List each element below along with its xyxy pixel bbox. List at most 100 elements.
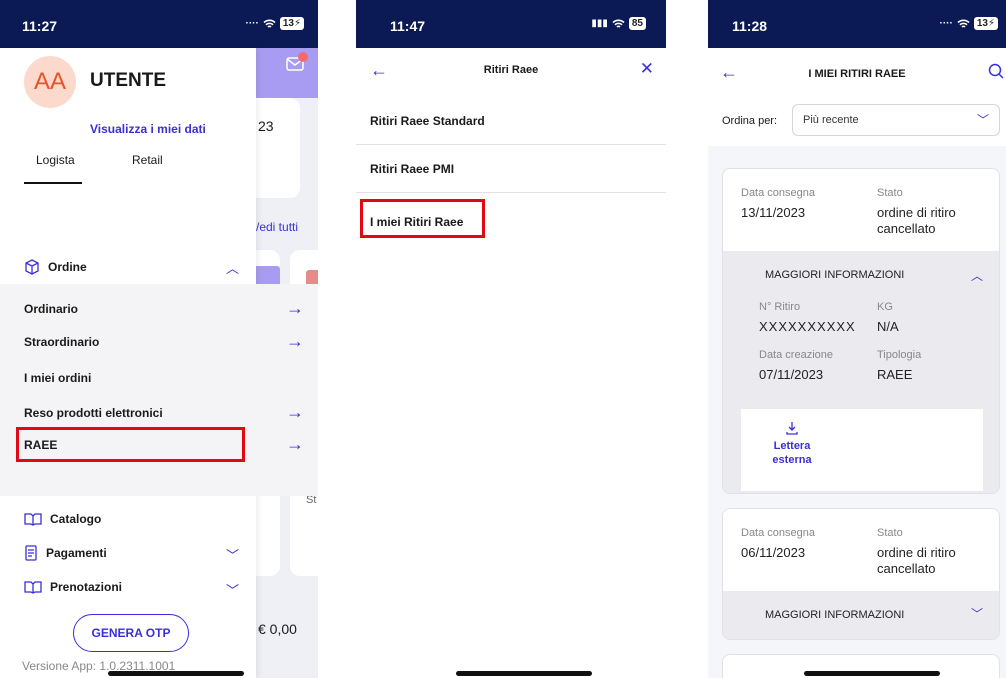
- status-bar: 11:47 ▮▮▮ 85: [356, 0, 666, 48]
- stato-value: ordine di ritiro cancellato: [877, 205, 956, 236]
- status-icons: ···· 13⚡: [246, 17, 304, 30]
- arrow-right-icon: →: [286, 298, 304, 318]
- download-icon: [786, 422, 798, 435]
- submenu-label: I miei ordini: [24, 371, 92, 385]
- submenu-label: Ordinario: [24, 301, 79, 316]
- sort-value: Più recente: [803, 114, 859, 126]
- wifi-icon: [612, 19, 625, 28]
- arrow-right-icon: →: [286, 402, 304, 422]
- list-item-ritiri-pmi[interactable]: Ritiri Raee PMI: [356, 146, 666, 193]
- label-n-ritiro: N° Ritiro: [759, 301, 801, 313]
- user-name: UTENTE: [90, 70, 166, 91]
- book-icon: [24, 581, 42, 594]
- label-data-creazione: Data creazione: [759, 349, 833, 361]
- menu-catalogo[interactable]: Catalogo: [24, 512, 101, 526]
- status-time: 11:27: [22, 18, 58, 34]
- menu-label: Prenotazioni: [50, 580, 123, 594]
- notification-dot: [298, 52, 308, 62]
- sort-label: Ordina per:: [722, 115, 778, 127]
- vedi-tutti-link[interactable]: /edi tutti: [256, 220, 298, 234]
- tab-logista[interactable]: Logista: [36, 153, 75, 167]
- package-icon: [25, 259, 39, 275]
- menu-ordine-label: Ordine: [48, 260, 87, 274]
- documents-box: Lettera esterna: [741, 409, 983, 491]
- status-bar: 11:27 ···· 13⚡: [0, 0, 318, 48]
- more-info-section: MAGGIORI INFORMAZIONI ︿ N° Ritiro XXXXXX…: [723, 251, 999, 493]
- menu-prenotazioni[interactable]: Prenotazioni: [24, 580, 122, 594]
- order-card: Data consegna 06/11/2023 Stato ordine di…: [722, 508, 1000, 640]
- active-tab-indicator: [24, 182, 82, 184]
- chevron-down-icon: ﹀: [976, 113, 989, 127]
- phone-ritiri-raee-screen: 11:47 ▮▮▮ 85 ← Ritiri Raee ✕ Ritiri Raee…: [356, 0, 666, 678]
- arrow-right-icon: →: [286, 434, 304, 454]
- submenu-item-reso[interactable]: Reso prodotti elettronici →: [24, 402, 304, 423]
- download-lettera-esterna[interactable]: Lettera esterna: [765, 421, 819, 467]
- page-title: I MIEI RITIRI RAEE: [808, 68, 906, 80]
- label-kg: KG: [877, 301, 893, 313]
- tipologia-value: RAEE: [877, 367, 913, 382]
- chevron-up-icon[interactable]: ︿: [226, 258, 302, 277]
- page-title: Ritiri Raee: [483, 64, 539, 76]
- genera-otp-button[interactable]: GENERA OTP: [73, 614, 189, 652]
- menu-label: Catalogo: [50, 512, 102, 526]
- signal-icon: ····: [245, 18, 259, 29]
- order-card: Data consegna 13/11/2023 Stato ordine di…: [722, 168, 1000, 494]
- book-icon: [24, 513, 42, 526]
- status-time: 11:28: [732, 18, 768, 34]
- download-label: Lettera esterna: [772, 440, 812, 466]
- signal-icon: ····: [939, 18, 953, 29]
- arrow-right-icon: →: [286, 331, 304, 351]
- submenu-item-straordinario[interactable]: Straordinario →: [24, 331, 304, 352]
- ritiro-value: XXXXXXXXXX: [759, 319, 856, 334]
- highlight-raee: [16, 427, 245, 462]
- kg-value: N/A: [877, 319, 899, 334]
- label-data-consegna: Data consegna: [741, 187, 815, 199]
- payments-icon: [25, 545, 37, 561]
- tab-retail[interactable]: Retail: [132, 153, 163, 167]
- label-data-consegna: Data consegna: [741, 527, 815, 539]
- signal-icon: ▮▮▮: [591, 18, 608, 29]
- view-my-data-link[interactable]: Visualizza i miei dati: [90, 122, 206, 136]
- data-creazione-value: 07/11/2023: [759, 367, 824, 382]
- wifi-icon: [957, 19, 970, 28]
- status-time: 11:47: [390, 18, 426, 34]
- nav-bar: ← Ritiri Raee ✕: [356, 48, 666, 98]
- home-indicator[interactable]: [456, 671, 592, 676]
- chevron-down-icon[interactable]: ﹀: [226, 580, 302, 599]
- list-item-ritiri-standard[interactable]: Ritiri Raee Standard: [356, 98, 666, 145]
- more-info-toggle[interactable]: MAGGIORI INFORMAZIONI: [765, 269, 904, 281]
- battery-indicator: 13⚡: [973, 17, 998, 30]
- chevron-up-icon[interactable]: ︿: [971, 267, 983, 284]
- battery-indicator: 13⚡: [279, 17, 304, 30]
- card-partial-number: 23: [258, 118, 274, 134]
- chevron-down-icon[interactable]: ﹀: [226, 545, 302, 564]
- avatar: AA: [24, 56, 76, 108]
- stato-value: ordine di ritiro cancellato: [877, 545, 956, 576]
- phone-menu-screen: 11:27 ···· 13⚡ 23 /edi tutti St /edi tut…: [0, 0, 318, 678]
- battery-indicator: 85: [628, 17, 646, 30]
- submenu-item-ordinario[interactable]: Ordinario →: [24, 298, 304, 319]
- close-icon[interactable]: ✕: [640, 59, 654, 79]
- phone-miei-ritiri-screen: 11:28 ···· 13⚡ ← I MIEI RITIRI RAEE Ordi…: [708, 0, 1006, 678]
- sort-bar: Ordina per: Più recente ﹀: [708, 98, 1006, 146]
- chevron-down-icon[interactable]: ﹀: [971, 605, 983, 622]
- submenu-label: Reso prodotti elettronici: [24, 405, 163, 420]
- amount-text: € 0,00: [258, 621, 297, 637]
- more-info-section: MAGGIORI INFORMAZIONI ﹀: [723, 591, 999, 639]
- data-consegna-value: 06/11/2023: [741, 545, 806, 560]
- highlight-miei-ritiri: [360, 199, 485, 238]
- menu-ordine[interactable]: Ordine: [24, 259, 87, 275]
- home-indicator[interactable]: [108, 671, 244, 676]
- menu-pagamenti[interactable]: Pagamenti: [24, 545, 107, 561]
- home-indicator[interactable]: [804, 671, 940, 676]
- sort-select[interactable]: Più recente ﹀: [792, 104, 1000, 136]
- label-stato: Stato: [877, 527, 903, 539]
- menu-label: Pagamenti: [46, 546, 107, 560]
- submenu-label: Straordinario: [24, 334, 100, 349]
- label-tipologia: Tipologia: [877, 349, 922, 361]
- submenu-item-miei-ordini[interactable]: I miei ordini: [24, 371, 304, 385]
- nav-bar: ← I MIEI RITIRI RAEE: [708, 48, 1006, 98]
- search-icon[interactable]: [988, 63, 1004, 79]
- more-info-toggle[interactable]: MAGGIORI INFORMAZIONI: [765, 609, 904, 621]
- data-consegna-value: 13/11/2023: [741, 205, 806, 220]
